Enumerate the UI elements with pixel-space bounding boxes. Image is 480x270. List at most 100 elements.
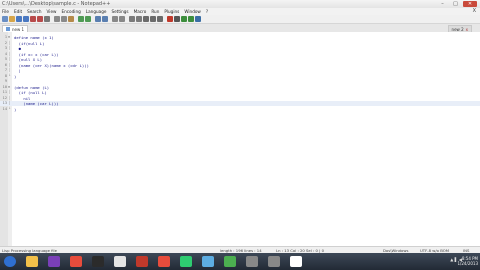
taskbar: ▲ ▌ ◀ 8:54 PM 1/24/2013: [0, 253, 480, 270]
chrome-icon[interactable]: [70, 256, 82, 267]
menu-item-edit[interactable]: Edit: [14, 8, 22, 15]
menu-item-search[interactable]: Search: [27, 8, 41, 15]
code-line[interactable]: 12 │ nil: [0, 96, 480, 101]
fold-marker[interactable]: ⊟: [8, 85, 10, 90]
macro-record-icon[interactable]: [167, 16, 173, 22]
code-line[interactable]: 8 └): [0, 74, 480, 79]
menu-item-view[interactable]: View: [47, 8, 57, 15]
menu-item-language[interactable]: Language: [86, 8, 107, 15]
zoom-out-icon[interactable]: [119, 16, 125, 22]
screen: C:\Users\...\Desktop\sample.c - Notepad+…: [0, 0, 480, 270]
sync-v-icon[interactable]: [129, 16, 135, 22]
print-icon[interactable]: [44, 16, 50, 22]
menu-item-file[interactable]: File: [2, 8, 9, 15]
menu-item-window[interactable]: Window: [184, 8, 201, 15]
code-text: |: [14, 68, 22, 73]
code-line[interactable]: 3 │ ●: [0, 46, 480, 51]
chrome-icon[interactable]: [158, 256, 170, 267]
zoom-in-icon[interactable]: [112, 16, 118, 22]
close-tab-icon[interactable]: x: [466, 27, 468, 32]
app-icon[interactable]: [136, 256, 148, 267]
paste-icon[interactable]: [68, 16, 74, 22]
wrap-icon[interactable]: [143, 16, 149, 22]
close-button[interactable]: ✕: [463, 1, 477, 7]
close-all-icon[interactable]: [37, 16, 43, 22]
fold-marker[interactable]: │: [8, 63, 10, 68]
fold-marker[interactable]: │: [8, 52, 10, 57]
fold-marker[interactable]: │: [8, 46, 10, 51]
tab-label: new 1: [12, 26, 25, 32]
maximize-button[interactable]: □: [450, 1, 461, 7]
code-line[interactable]: 14 └): [0, 107, 480, 112]
fold-marker[interactable]: └: [8, 74, 10, 79]
code-line[interactable]: 11 │ (if (null L): [0, 90, 480, 95]
status-bar: Lisp Processing language file length : 1…: [0, 246, 480, 253]
close-icon[interactable]: [30, 16, 36, 22]
replace-icon[interactable]: [102, 16, 108, 22]
paint-icon[interactable]: [114, 256, 126, 267]
fold-marker[interactable]: │: [8, 41, 10, 46]
app-icon[interactable]: [268, 256, 280, 267]
code-line[interactable]: 1 ⊟ define name (x 1): [0, 35, 480, 40]
tab-new-1[interactable]: new 1: [2, 25, 29, 32]
sync-h-icon[interactable]: [136, 16, 142, 22]
fold-marker[interactable]: │: [8, 101, 10, 106]
fold-marker[interactable]: │: [8, 68, 10, 73]
macro-play-icon[interactable]: [181, 16, 187, 22]
indent-guide-icon[interactable]: [157, 16, 163, 22]
menu-item-encoding[interactable]: Encoding: [61, 8, 80, 15]
find-icon[interactable]: [95, 16, 101, 22]
tab-new-2[interactable]: new 2 x: [447, 25, 472, 32]
code-line[interactable]: 9: [0, 79, 480, 84]
open-icon[interactable]: [9, 16, 15, 22]
macro-save-icon[interactable]: [195, 16, 201, 22]
file-icon: [6, 27, 10, 31]
fold-marker[interactable]: │: [8, 57, 10, 62]
app-icon[interactable]: [246, 256, 258, 267]
app-icon[interactable]: [202, 256, 214, 267]
code-line[interactable]: 4 │ (if x= x (car L)): [0, 52, 480, 57]
toolbar: [0, 15, 480, 24]
explorer-icon[interactable]: [26, 256, 38, 267]
menu-item-run[interactable]: Run: [151, 8, 159, 15]
save-icon[interactable]: [16, 16, 22, 22]
code-editor[interactable]: 1 ⊟ define name (x 1) 2 │ (if(null L) 3 │ ● 4 │ …: [0, 32, 480, 246]
minimize-button[interactable]: –: [437, 1, 448, 7]
clock-date: 1/24/2013: [457, 261, 478, 266]
code-line[interactable]: 13 │ (name (car L))): [0, 101, 480, 106]
line-number: 3: [4, 46, 7, 50]
media-icon[interactable]: [48, 256, 60, 267]
undo-icon[interactable]: [78, 16, 84, 22]
fold-marker[interactable]: │: [8, 96, 10, 101]
fold-marker[interactable]: ⊟: [8, 35, 10, 40]
code-line[interactable]: 10 ⊟ (defun name (L): [0, 85, 480, 90]
macro-run-icon[interactable]: [188, 16, 194, 22]
toolbar-separator: [51, 16, 53, 22]
menu-item-plugins[interactable]: Plugins: [164, 8, 179, 15]
redo-icon[interactable]: [85, 16, 91, 22]
clock[interactable]: 8:54 PM 1/24/2013: [457, 256, 478, 266]
menu-item-settings[interactable]: Settings: [111, 8, 128, 15]
copy-icon[interactable]: [61, 16, 67, 22]
new-icon[interactable]: [2, 16, 8, 22]
menu-item-[interactable]: ?: [206, 8, 208, 15]
close-document-button[interactable]: X: [473, 8, 476, 15]
line-number: 2: [4, 40, 7, 45]
menu-item-macro[interactable]: Macro: [134, 8, 147, 15]
code-line[interactable]: 7 │ |: [0, 68, 480, 73]
fold-marker[interactable]: └: [8, 107, 10, 112]
all-chars-icon[interactable]: [150, 16, 156, 22]
code-line[interactable]: 2 │ (if(null L): [0, 41, 480, 46]
fold-marker[interactable]: │: [8, 90, 10, 95]
code-line[interactable]: 6 │ (name (cer X)(name x (cdr L))): [0, 63, 480, 68]
c-icon[interactable]: [224, 256, 236, 267]
app-icon[interactable]: [180, 256, 192, 267]
c-icon[interactable]: [290, 256, 302, 267]
code-line[interactable]: 5 │ (null X L): [0, 57, 480, 62]
macro-stop-icon[interactable]: [174, 16, 180, 22]
save-all-icon[interactable]: [23, 16, 29, 22]
cut-icon[interactable]: [54, 16, 60, 22]
code-text: (null X L): [14, 57, 43, 62]
app-icon[interactable]: [92, 256, 104, 267]
start-icon[interactable]: [4, 256, 16, 267]
